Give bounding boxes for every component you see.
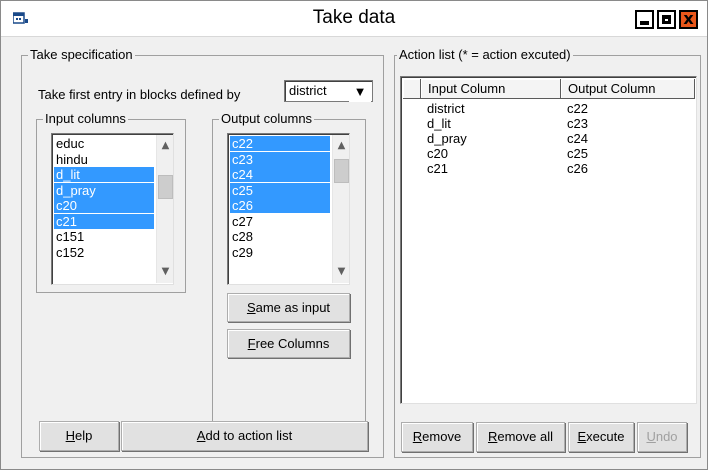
header-output-column[interactable]: Output Column	[561, 79, 695, 99]
list-item[interactable]: c22	[230, 136, 330, 151]
list-item[interactable]: d_lit	[54, 167, 154, 182]
remove-all-button[interactable]: Remove all	[476, 422, 565, 452]
list-item[interactable]: educ	[54, 136, 154, 151]
list-item[interactable]: c152	[54, 245, 154, 260]
output-column-cell: c24	[567, 131, 588, 146]
free-columns-button[interactable]: Free Columns	[227, 329, 350, 358]
scroll-thumb[interactable]	[158, 175, 173, 199]
maximize-button[interactable]	[657, 10, 676, 29]
table-row[interactable]: c21 c26	[401, 161, 691, 176]
output-columns-group: Output columns c22 c23 c24 c25 c26 c27 c28 c29 …	[212, 111, 366, 423]
table-row[interactable]: d_lit c23	[401, 116, 691, 131]
input-columns-scrollbar[interactable]: ▲ ▼	[156, 135, 173, 283]
list-item[interactable]: c25	[230, 182, 330, 198]
take-data-window: Take data x Take specification Take firs…	[0, 0, 708, 470]
list-item[interactable]: c29	[230, 245, 330, 260]
list-item[interactable]: c20	[54, 198, 154, 213]
table-row[interactable]: c20 c25	[401, 146, 691, 161]
window-title: Take data	[312, 7, 396, 28]
output-column-cell: c26	[567, 161, 588, 176]
action-list-table[interactable]: Input Column Output Column district c22 d_…	[400, 76, 697, 404]
list-item[interactable]: c21	[54, 213, 154, 229]
scroll-thumb[interactable]	[334, 159, 349, 183]
input-columns-group: Input columns educ hindu d_lit d_pray c20 c21…	[36, 111, 186, 293]
input-column-cell: d_lit	[427, 116, 451, 131]
scroll-up-icon[interactable]: ▲	[157, 137, 173, 154]
action-list-group: Action list (* = action excuted) Input C…	[394, 47, 701, 458]
output-column-cell: c23	[567, 116, 588, 131]
input-columns-list[interactable]: educ hindu d_lit d_pray c20 c21 c151 c152 ▲ ▼	[51, 133, 174, 285]
help-button[interactable]: Help	[39, 421, 119, 451]
list-item[interactable]: d_pray	[54, 182, 154, 198]
blocks-dropdown[interactable]: district ▼	[284, 80, 373, 102]
header-input-column[interactable]: Input Column	[421, 79, 561, 99]
action-list-header: Input Column Output Column	[403, 79, 695, 99]
scroll-down-icon[interactable]: ▼	[157, 263, 173, 280]
add-to-action-list-button[interactable]: Add to action list	[121, 421, 368, 451]
scroll-down-icon[interactable]: ▼	[333, 263, 349, 280]
list-item[interactable]: c24	[230, 167, 330, 182]
list-item[interactable]: c151	[54, 229, 154, 244]
scroll-up-icon[interactable]: ▲	[333, 137, 349, 154]
table-row[interactable]: district c22	[401, 101, 691, 116]
blocks-label: Take first entry in blocks defined by	[38, 87, 241, 102]
input-column-cell: district	[427, 101, 465, 116]
minimize-icon	[640, 21, 649, 25]
take-specification-title: Take specification	[28, 47, 135, 63]
output-columns-scrollbar[interactable]: ▲ ▼	[332, 135, 349, 283]
input-column-cell: c20	[427, 146, 448, 161]
minimize-button[interactable]	[635, 10, 654, 29]
maximize-icon	[662, 15, 671, 24]
list-item[interactable]: hindu	[54, 152, 154, 167]
blocks-dropdown-value: district	[289, 83, 327, 98]
close-icon: x	[683, 9, 694, 28]
list-item[interactable]: c28	[230, 229, 330, 244]
action-list-title: Action list (* = action excuted)	[397, 47, 573, 63]
undo-button[interactable]: Undo	[637, 422, 687, 452]
output-column-cell: c22	[567, 101, 588, 116]
output-columns-title: Output columns	[219, 111, 315, 127]
close-button[interactable]: x	[679, 9, 698, 29]
list-item[interactable]: c27	[230, 214, 330, 229]
output-columns-list[interactable]: c22 c23 c24 c25 c26 c27 c28 c29 ▲ ▼	[227, 133, 350, 285]
input-column-cell: c21	[427, 161, 448, 176]
list-item[interactable]: c23	[230, 151, 330, 167]
header-spacer	[403, 79, 421, 99]
chevron-down-icon[interactable]: ▼	[349, 82, 371, 102]
input-column-cell: d_pray	[427, 131, 467, 146]
remove-button[interactable]: Remove	[401, 422, 473, 452]
title-bar[interactable]: Take data x	[1, 1, 707, 37]
output-column-cell: c25	[567, 146, 588, 161]
list-item[interactable]: c26	[230, 198, 330, 213]
execute-button[interactable]: Execute	[568, 422, 634, 452]
input-columns-title: Input columns	[43, 111, 128, 127]
table-row[interactable]: d_pray c24	[401, 131, 691, 146]
take-specification-group: Take specification Take first entry in b…	[21, 47, 384, 458]
same-as-input-button[interactable]: Same as input	[227, 293, 350, 322]
